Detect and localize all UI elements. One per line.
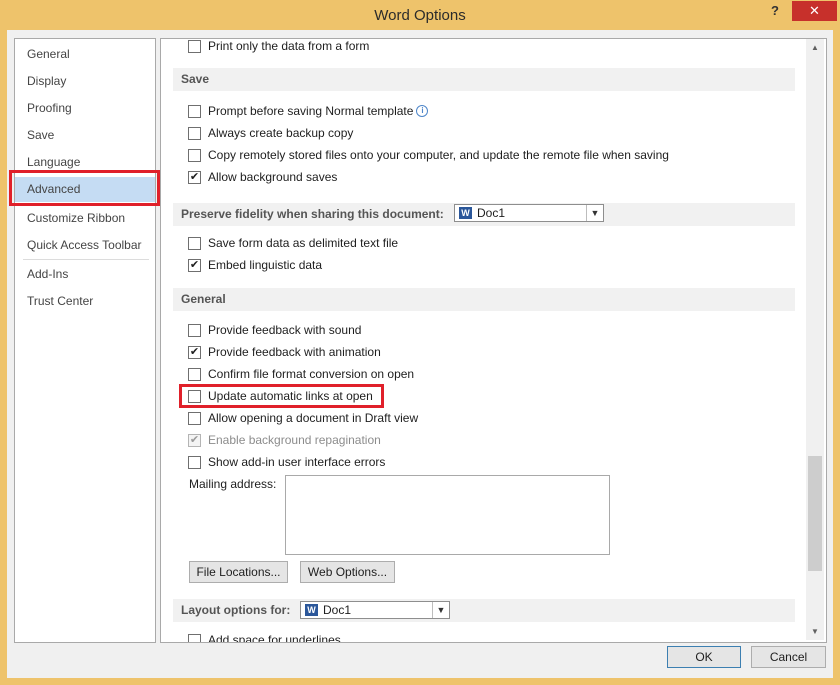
option-label: Provide feedback with animation <box>208 345 381 359</box>
checkmark-icon: ✔ <box>189 259 200 271</box>
checkbox[interactable] <box>188 40 201 53</box>
nav-item-language[interactable]: Language <box>15 150 155 175</box>
nav-item-general[interactable]: General <box>15 42 155 67</box>
help-button[interactable]: ? <box>764 3 786 21</box>
checkbox[interactable]: ✔ <box>188 346 201 359</box>
option-label: Allow background saves <box>208 170 338 184</box>
chevron-down-icon[interactable]: ▼ <box>586 205 603 221</box>
nav-item-proofing[interactable]: Proofing <box>15 96 155 121</box>
nav-item-add-ins[interactable]: Add-Ins <box>15 262 155 287</box>
checkbox[interactable] <box>188 368 201 381</box>
mailing-address-input[interactable] <box>285 475 610 555</box>
option-label: Allow opening a document in Draft view <box>208 411 419 425</box>
checkmark-icon: ✔ <box>189 434 200 446</box>
nav-item-display[interactable]: Display <box>15 69 155 94</box>
nav-item-trust-center[interactable]: Trust Center <box>15 289 155 314</box>
checkbox[interactable] <box>188 634 201 642</box>
section-header-general: General <box>173 288 795 311</box>
section-header-layout: Layout options for: <box>173 599 795 622</box>
checkbox[interactable]: ✔ <box>188 259 201 272</box>
chevron-down-icon[interactable]: ▼ <box>432 602 449 618</box>
close-icon: ✕ <box>809 3 820 18</box>
checkbox[interactable] <box>188 149 201 162</box>
option-label: Always create backup copy <box>208 126 354 140</box>
word-document-icon: W <box>459 207 472 219</box>
mailing-address-label: Mailing address: <box>189 477 277 491</box>
layout-document-select[interactable]: W Doc1 ▼ <box>300 601 450 619</box>
option-label: Print only the data from a form <box>208 39 370 53</box>
checkbox[interactable] <box>188 324 201 337</box>
option-label: Update automatic links at open <box>208 389 373 403</box>
window-title: Word Options <box>374 7 466 24</box>
checkbox: ✔ <box>188 434 201 447</box>
checkbox[interactable] <box>188 412 201 425</box>
checkbox[interactable] <box>188 127 201 140</box>
nav-item-customize-ribbon[interactable]: Customize Ribbon <box>15 206 155 231</box>
window-frame-right <box>833 30 840 685</box>
close-button[interactable]: ✕ <box>792 1 837 21</box>
scroll-up-icon[interactable]: ▲ <box>806 39 824 56</box>
category-nav: General Display Proofing Save Language A… <box>14 38 156 643</box>
section-header-save: Save <box>173 68 795 91</box>
nav-item-advanced[interactable]: Advanced <box>15 177 155 202</box>
option-label: Add space for underlines <box>208 633 341 643</box>
word-document-icon: W <box>305 604 318 616</box>
option-label: Enable background repagination <box>208 433 381 447</box>
content-scrollbar[interactable]: ▲ ▼ <box>806 39 824 640</box>
info-icon[interactable]: i <box>416 105 429 117</box>
option-label: Save form data as delimited text file <box>208 236 399 250</box>
option-label: Show add-in user interface errors <box>208 455 386 469</box>
selected-document: Doc1 <box>323 603 352 617</box>
scroll-down-icon[interactable]: ▼ <box>806 623 824 640</box>
option-label: Confirm file format conversion on open <box>208 367 415 381</box>
option-label: Embed linguistic data <box>208 258 323 272</box>
fidelity-document-select[interactable]: W Doc1 ▼ <box>454 204 604 222</box>
checkbox[interactable] <box>188 390 201 403</box>
window-frame-left <box>0 30 7 685</box>
scrollbar-thumb[interactable] <box>808 456 822 571</box>
nav-item-quick-access-toolbar[interactable]: Quick Access Toolbar <box>15 233 155 258</box>
file-locations-button[interactable]: File Locations... <box>189 561 288 583</box>
checkmark-icon: ✔ <box>189 171 200 183</box>
option-label: Copy remotely stored files onto your com… <box>208 148 669 162</box>
checkbox[interactable] <box>188 456 201 469</box>
checkbox[interactable] <box>188 105 201 118</box>
nav-divider <box>23 259 149 260</box>
selected-document: Doc1 <box>477 206 506 220</box>
checkmark-icon: ✔ <box>189 346 200 358</box>
cancel-button[interactable]: Cancel <box>751 646 826 668</box>
nav-item-save[interactable]: Save <box>15 123 155 148</box>
advanced-options-panel: Print only the data from a form Save Pro… <box>160 38 827 643</box>
ok-button[interactable]: OK <box>667 646 741 668</box>
checkbox[interactable] <box>188 237 201 250</box>
option-label: Provide feedback with sound <box>208 323 362 337</box>
checkbox[interactable]: ✔ <box>188 171 201 184</box>
nav-divider <box>23 203 149 204</box>
web-options-button[interactable]: Web Options... <box>300 561 395 583</box>
title-bar: Word Options ? ✕ <box>0 0 840 30</box>
option-label: Prompt before saving Normal template i <box>208 102 429 120</box>
window-frame-bottom <box>0 678 840 685</box>
